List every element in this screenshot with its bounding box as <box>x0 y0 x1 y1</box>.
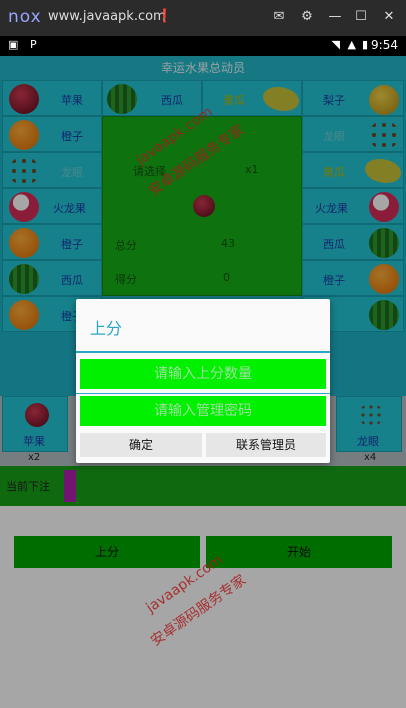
amount-input[interactable]: 请输入上分数量 <box>80 359 326 389</box>
status-time: 9:54 <box>371 38 398 52</box>
confirm-button[interactable]: 确定 <box>80 433 202 457</box>
android-icon: ▣ <box>8 38 19 51</box>
mail-icon[interactable]: ✉ <box>270 8 288 26</box>
nox-logo: nox <box>8 7 42 27</box>
signal-icon: ▲ <box>347 38 356 51</box>
maximize-icon[interactable]: ☐ <box>352 8 370 26</box>
input-divider <box>76 393 330 394</box>
emulator-toolbar: nox www.javaapk.com ❗ ✉ ⚙ — ☐ ✕ <box>0 0 406 36</box>
dialog-title: 上分 <box>90 319 123 338</box>
close-icon[interactable]: ✕ <box>380 8 398 26</box>
minimize-icon[interactable]: — <box>326 8 344 26</box>
battery-icon: ▮ <box>361 38 368 51</box>
dialog-divider <box>76 351 330 353</box>
info-icon[interactable]: ❗ <box>156 8 174 26</box>
gear-icon[interactable]: ⚙ <box>298 8 316 26</box>
status-bar: ▣ P ◥ ▲ ▮ 9:54 <box>0 36 406 56</box>
emulator-site: www.javaapk.com <box>48 9 166 24</box>
add-score-dialog: 上分 请输入上分数量 请输入管理密码 确定 联系管理员 <box>76 299 330 463</box>
wifi-icon: ◥ <box>331 38 340 51</box>
password-input[interactable]: 请输入管理密码 <box>80 396 326 426</box>
parking-icon: P <box>30 38 37 51</box>
contact-admin-button[interactable]: 联系管理员 <box>206 433 326 457</box>
